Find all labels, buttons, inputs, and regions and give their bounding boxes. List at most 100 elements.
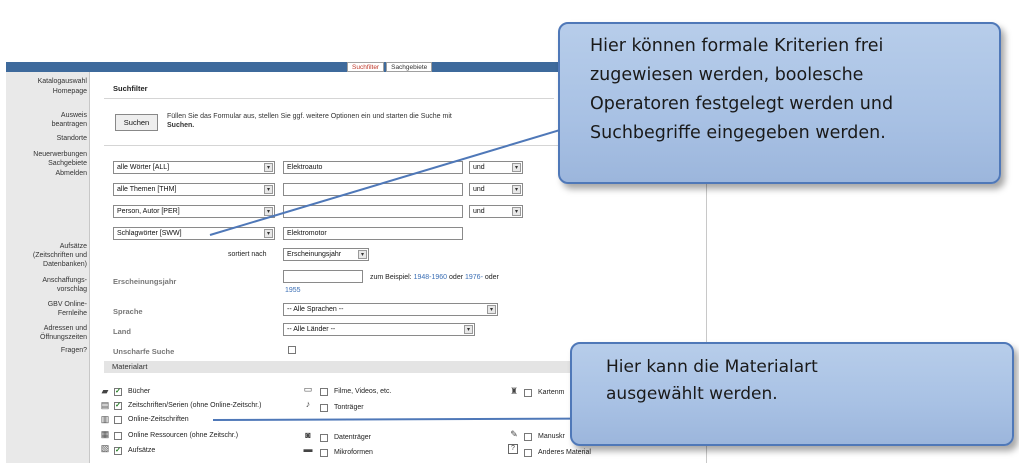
disk-icon: ◙ xyxy=(305,430,311,440)
tab-suchfilter[interactable]: Suchfilter xyxy=(347,62,385,72)
sidebar-item-adressen[interactable]: Adressen und xyxy=(3,325,87,333)
material-label-online-ressourcen: Online Ressourcen (ohne Zeitschr.) xyxy=(128,432,239,439)
sidebar-item-fragen[interactable]: Fragen? xyxy=(3,347,87,355)
material-label-karten: Kartenm xyxy=(538,389,565,396)
chevron-down-icon: ▾ xyxy=(264,185,273,194)
year-example: zum Beispiel: 1948-1960 oder 1976- oder xyxy=(370,274,499,281)
callout-top-line-2: zugewiesen werden, boolesche xyxy=(590,65,864,85)
sidebar-item-adressen-line2[interactable]: Öffnungszeiten xyxy=(3,334,87,342)
year-example-link-1[interactable]: 1948-1960 xyxy=(414,274,447,281)
material-checkbox-karten[interactable] xyxy=(524,389,532,397)
map-icon: ♜ xyxy=(509,386,519,396)
term-input-3[interactable] xyxy=(283,205,463,218)
sidebar-item-aufsaetze-line3[interactable]: Datenbanken) xyxy=(3,261,87,269)
callout-material-type: Hier kann die Materialart ausgewählt wer… xyxy=(570,342,1014,446)
material-label-mikroformen: Mikroformen xyxy=(334,449,373,456)
sidebar-item-standorte[interactable]: Standorte xyxy=(3,135,87,143)
material-label-tontraeger: Tonträger xyxy=(334,404,364,411)
callout-top-line-1: Hier können formale Kriterien frei xyxy=(590,36,884,56)
operator-select-2[interactable]: und ▾ xyxy=(469,183,523,196)
sort-select[interactable]: Erscheinungsjahr ▾ xyxy=(283,248,369,261)
fuzzy-search-checkbox[interactable] xyxy=(288,346,296,354)
material-checkbox-filme[interactable] xyxy=(320,388,328,396)
sidebar-item-anschaffungsvorschlag[interactable]: Anschaffungs- xyxy=(3,277,87,285)
sidebar-item-ausweis[interactable]: Ausweis xyxy=(3,112,87,120)
country-label: Land xyxy=(113,327,131,336)
material-checkbox-datentraeger[interactable] xyxy=(320,434,328,442)
sidebar-item-anschaffungsvorschlag-line2[interactable]: vorschlag xyxy=(3,286,87,294)
term-input-4[interactable]: Elektromotor xyxy=(283,227,463,240)
year-example-link-2[interactable]: 1976- xyxy=(465,274,483,281)
material-label-online-zeitschriften: Online-Zeitschriften xyxy=(128,416,189,423)
country-select[interactable]: -- Alle Länder -- ▾ xyxy=(283,323,475,336)
manuscript-icon: ✎ xyxy=(510,429,518,439)
language-select[interactable]: -- Alle Sprachen -- ▾ xyxy=(283,303,498,316)
material-label-buecher: Bücher xyxy=(128,388,151,395)
material-checkbox-anderes[interactable] xyxy=(524,449,532,457)
callout-search-criteria: Hier können formale Kriterien frei zugew… xyxy=(558,22,1001,184)
year-example-link-3[interactable]: 1955 xyxy=(285,287,301,294)
online-journal-icon: ▥ xyxy=(100,414,110,424)
chevron-down-icon: ▾ xyxy=(264,163,273,172)
material-checkbox-manuskripte[interactable] xyxy=(524,433,532,441)
sidebar-item-abmelden[interactable]: Abmelden xyxy=(3,170,87,178)
fuzzy-search-label: Unscharfe Suche xyxy=(113,347,175,356)
sidebar-item-fernleihe[interactable]: GBV Online- xyxy=(3,301,87,309)
field-select-2[interactable]: alle Themen [THM] ▾ xyxy=(113,183,275,196)
chevron-down-icon: ▾ xyxy=(512,163,521,172)
sidebar-item-katalogauswahl[interactable]: Katalogauswahl xyxy=(3,78,87,86)
operator-select-1[interactable]: und ▾ xyxy=(469,161,523,174)
material-checkbox-tontraeger[interactable] xyxy=(320,404,328,412)
term-input-1[interactable]: Elektroauto xyxy=(283,161,463,174)
material-checkbox-online-ressourcen[interactable] xyxy=(114,432,122,440)
sidebar-item-sachgebiete[interactable]: Sachgebiete xyxy=(3,160,87,168)
material-label-anderes: Anderes Material xyxy=(538,449,591,456)
field-select-4[interactable]: Schlagwörter [SWW] ▾ xyxy=(113,227,275,240)
sidebar-item-ausweis-line2[interactable]: beantragen xyxy=(3,121,87,129)
material-label-datentraeger: Datenträger xyxy=(334,434,371,441)
callout-top-line-4: Suchbegriffe eingegeben werden. xyxy=(590,123,886,143)
material-checkbox-buecher[interactable]: ✓ xyxy=(114,388,122,396)
material-label-zeitschriften: Zeitschriften/Serien (ohne Online-Zeitsc… xyxy=(128,402,262,409)
material-checkbox-mikroformen[interactable] xyxy=(320,449,328,457)
field-select-3[interactable]: Person, Autor [PER] ▾ xyxy=(113,205,275,218)
chevron-down-icon: ▾ xyxy=(358,250,367,259)
material-checkbox-aufsaetze[interactable]: ✓ xyxy=(114,447,122,455)
sidebar-item-aufsaetze-line2[interactable]: (Zeitschriften und xyxy=(3,252,87,260)
material-label-aufsaetze: Aufsätze xyxy=(128,447,156,454)
journal-icon: ▤ xyxy=(100,400,110,410)
article-icon: ▧ xyxy=(100,443,110,453)
field-select-1[interactable]: alle Wörter [ALL] ▾ xyxy=(113,161,275,174)
year-input[interactable] xyxy=(283,270,363,283)
film-icon: ▭ xyxy=(303,384,313,394)
callout-bottom-line-2: ausgewählt werden. xyxy=(606,384,778,404)
operator-select-3[interactable]: und ▾ xyxy=(469,205,523,218)
material-label-manuskripte: Manuskr xyxy=(538,433,565,440)
question-icon: ? xyxy=(508,444,518,454)
divider xyxy=(104,98,554,99)
chevron-down-icon: ▾ xyxy=(487,305,496,314)
tab-bar: Suchfilter Sachgebiete xyxy=(347,62,433,72)
callout-top-line-3: Operatoren festgelegt werden und xyxy=(590,94,894,114)
search-button[interactable]: Suchen xyxy=(115,114,158,131)
sidebar-item-neuerwerbungen[interactable]: Neuerwerbungen xyxy=(3,151,87,159)
term-input-2[interactable] xyxy=(283,183,463,196)
microform-icon: ▬ xyxy=(303,444,313,454)
sidebar-item-aufsaetze[interactable]: Aufsätze xyxy=(3,243,87,251)
sort-label: sortiert nach xyxy=(228,251,267,258)
search-instructions: Füllen Sie das Formular aus, stellen Sie… xyxy=(167,113,452,129)
chevron-down-icon: ▾ xyxy=(264,229,273,238)
language-label: Sprache xyxy=(113,307,143,316)
page-title: Suchfilter xyxy=(113,84,148,93)
material-checkbox-zeitschriften[interactable]: ✓ xyxy=(114,402,122,410)
book-icon: ▰ xyxy=(101,386,109,396)
tab-sachgebiete[interactable]: Sachgebiete xyxy=(386,62,433,72)
sidebar-item-fernleihe-line2[interactable]: Fernleihe xyxy=(3,310,87,318)
sidebar-item-homepage[interactable]: Homepage xyxy=(3,88,87,96)
screenshot-stage: Suchfilter Sachgebiete Katalogauswahl Ho… xyxy=(0,0,1019,463)
callout-bottom-line-1: Hier kann die Materialart xyxy=(606,357,818,377)
audio-icon: ♪ xyxy=(305,399,311,409)
material-checkbox-online-zeitschriften[interactable] xyxy=(114,416,122,424)
chevron-down-icon: ▾ xyxy=(512,207,521,216)
online-resource-icon: ▦ xyxy=(100,429,110,439)
